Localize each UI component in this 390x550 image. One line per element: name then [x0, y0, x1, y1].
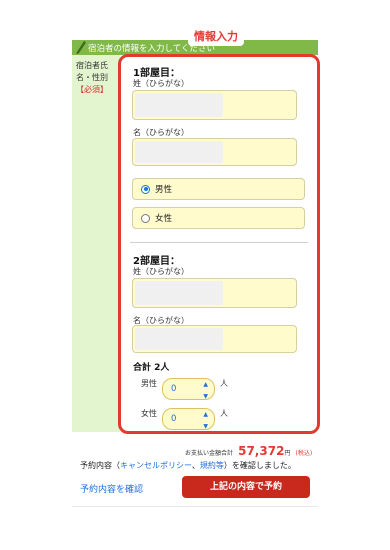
side-label-line1: 宿泊者氏: [76, 61, 108, 70]
payment-tax: (税込): [295, 450, 313, 457]
label-column: [72, 54, 120, 432]
confirm-prefix: 予約内容（: [80, 461, 120, 470]
payment-currency: 円: [284, 450, 291, 457]
info-input-badge: 情報入力: [188, 27, 244, 46]
required-mark: 【必須】: [76, 85, 108, 94]
cancel-policy-link[interactable]: キャンセルポリシー: [120, 461, 192, 470]
payment-total: お支払い金額合計 57,372円 (税込): [185, 440, 312, 459]
payment-amount: 57,372: [238, 444, 285, 458]
pencil-icon: [76, 41, 86, 54]
payment-label: お支払い金額合計: [185, 450, 234, 457]
check-reservation-link[interactable]: 予約内容を確認: [80, 482, 143, 495]
bottom-divider: [72, 506, 318, 507]
confirm-statement: 予約内容（キャンセルポリシー、規約等）を確認しました。: [80, 460, 296, 471]
side-label-line2: 名・性別: [76, 73, 108, 82]
reserve-button[interactable]: 上記の内容で予約: [182, 476, 310, 498]
confirm-suffix: ）を確認しました。: [223, 461, 296, 470]
guest-name-gender-label: 宿泊者氏 名・性別 【必須】: [76, 60, 120, 96]
highlight-frame: [118, 54, 320, 434]
rules-link[interactable]: 規約等: [200, 461, 224, 470]
confirm-sep: 、: [191, 461, 200, 470]
